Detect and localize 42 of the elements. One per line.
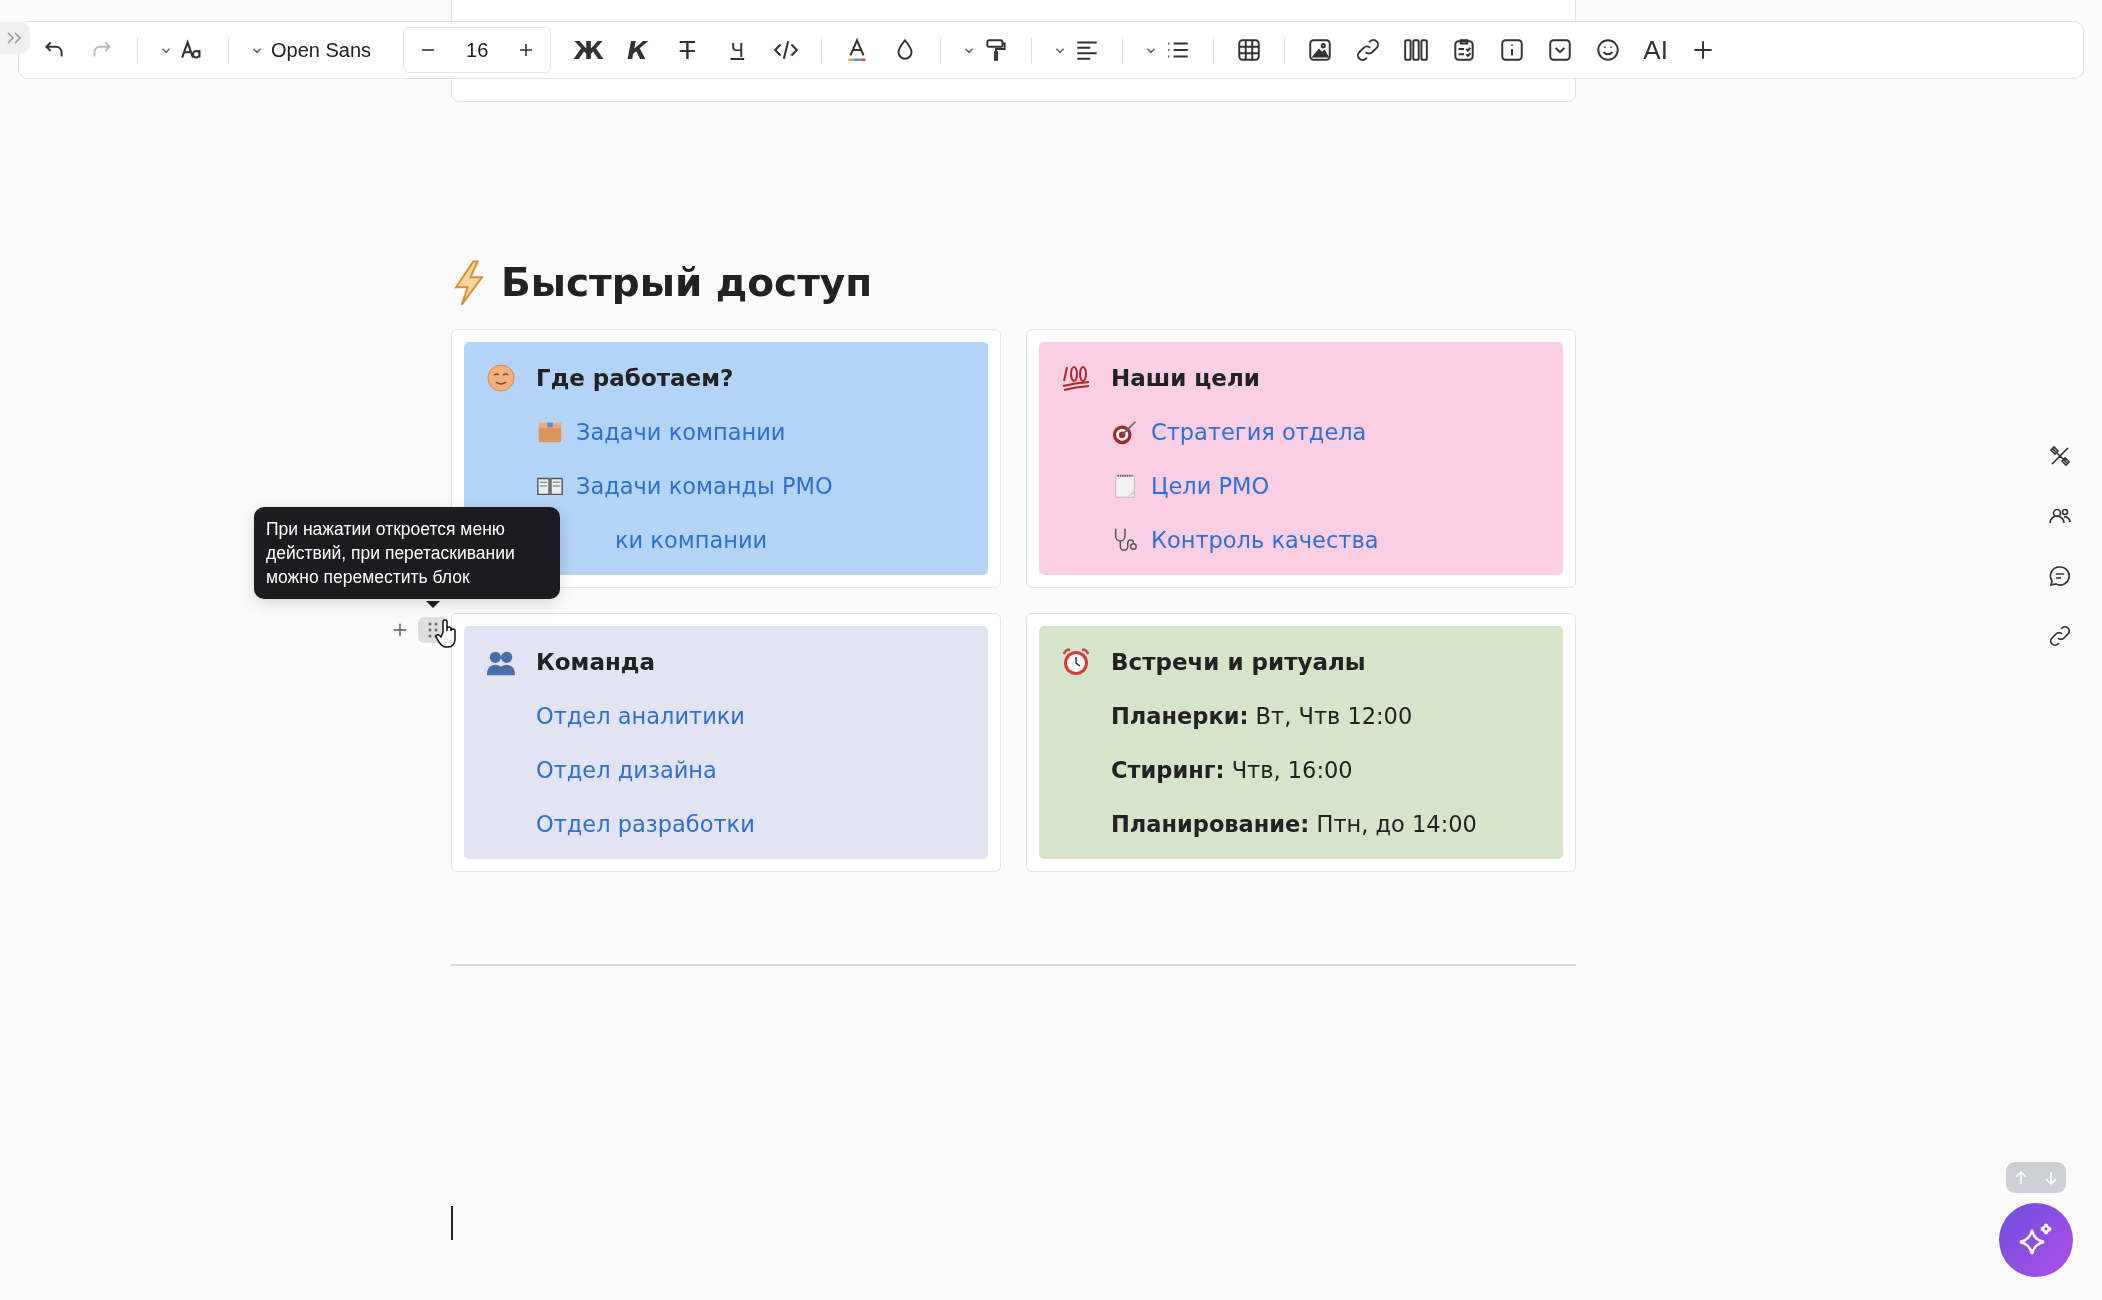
font-family-select[interactable]: Open Sans — [271, 38, 372, 62]
hundred-points-icon — [1061, 363, 1091, 393]
link[interactable]: Отдел аналитики — [536, 703, 745, 729]
smiling-face-icon — [486, 363, 516, 393]
text-cursor — [451, 1206, 453, 1240]
emoji-icon[interactable] — [1595, 37, 1622, 63]
format-button[interactable]: Т — [673, 35, 702, 65]
alarm-clock-icon — [1061, 647, 1091, 677]
format-button[interactable]: Ч — [723, 38, 752, 62]
format-button[interactable]: К — [623, 35, 652, 65]
schedule-text: Планирование: Птн, до 14:00 — [1111, 811, 1477, 837]
columns-icon[interactable] — [1403, 37, 1430, 63]
link-icon[interactable] — [1355, 37, 1382, 63]
crossed-tools-icon[interactable] — [2048, 444, 2072, 468]
tooltip: При нажатии откроется меню действий, при перетаскивании можно переместить блок — [254, 507, 560, 599]
dropdown-icon[interactable] — [1547, 37, 1574, 63]
link[interactable]: Стратегия отдела — [1151, 419, 1367, 445]
ai-button[interactable]: AI — [1643, 34, 1668, 66]
link[interactable]: Отдел дизайна — [536, 757, 717, 783]
link[interactable]: Задачи команды РМО — [576, 473, 833, 499]
link-icon[interactable] — [2048, 624, 2072, 648]
card-title: Встречи и ритуалы — [1111, 649, 1366, 675]
target-icon — [1111, 418, 1139, 446]
link[interactable]: Цели РМО — [1151, 473, 1270, 499]
link[interactable]: Задачи компании — [576, 419, 786, 445]
font-size-value[interactable]: 16 — [466, 38, 489, 62]
table-icon[interactable] — [1236, 37, 1263, 63]
section-heading: Быстрый доступ — [501, 259, 873, 307]
image-icon[interactable] — [1307, 37, 1334, 63]
link[interactable]: ки компании — [615, 527, 768, 553]
comment-icon[interactable] — [2048, 564, 2072, 588]
link[interactable]: Контроль качества — [1151, 527, 1379, 553]
link[interactable]: Отдел разработки — [536, 811, 755, 837]
schedule-text: Планерки: Вт, Чтв 12:00 — [1111, 703, 1413, 729]
expand-sidebar-icon[interactable] — [0, 22, 30, 54]
card-title: Команда — [536, 649, 655, 675]
format-button[interactable]: Ж — [573, 35, 602, 65]
info-icon[interactable] — [1499, 37, 1526, 63]
card-title: Где работаем? — [536, 365, 734, 391]
schedule-text: Стиринг: Чтв, 16:00 — [1111, 757, 1353, 783]
tooltip-pointer — [426, 601, 440, 608]
card-title: Наши цели — [1111, 365, 1260, 391]
